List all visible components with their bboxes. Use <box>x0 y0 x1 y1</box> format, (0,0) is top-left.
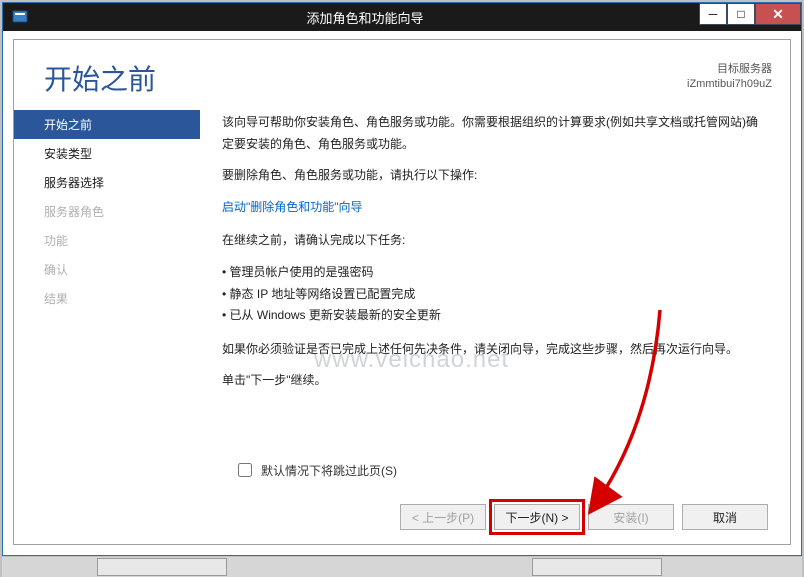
wizard-window: 添加角色和功能向导 ─ □ ✕ 开始之前 目标服务器 iZmmtibui7h09… <box>2 2 802 556</box>
target-server-name: iZmmtibui7h09uZ <box>687 77 772 92</box>
nav-features: 功能 <box>14 226 200 255</box>
titlebar: 添加角色和功能向导 ─ □ ✕ <box>3 3 801 31</box>
wizard-body: 开始之前 安装类型 服务器选择 服务器角色 功能 确认 结果 该向导可帮助你安装… <box>14 106 790 466</box>
intro-text: 该向导可帮助你安装角色、角色服务或功能。你需要根据组织的计算要求(例如共享文档或… <box>222 112 760 155</box>
install-button: 安装(I) <box>588 504 674 530</box>
target-server-info: 目标服务器 iZmmtibui7h09uZ <box>687 62 772 93</box>
wizard-footer: 默认情况下将跳过此页(S) < 上一步(P) 下一步(N) > 安装(I) 取消 <box>14 454 790 544</box>
nav-installation-type[interactable]: 安装类型 <box>14 139 200 168</box>
wizard-nav: 开始之前 安装类型 服务器选择 服务器角色 功能 确认 结果 <box>14 106 200 466</box>
taskbar-fragment <box>2 557 802 577</box>
app-icon <box>9 6 31 28</box>
maximize-button[interactable]: □ <box>727 3 755 25</box>
nav-confirmation: 确认 <box>14 255 200 284</box>
page-title: 开始之前 <box>44 58 156 98</box>
wizard-client: 开始之前 目标服务器 iZmmtibui7h09uZ 开始之前 安装类型 服务器… <box>13 39 791 545</box>
nav-server-selection[interactable]: 服务器选择 <box>14 168 200 197</box>
minimize-button[interactable]: ─ <box>699 3 727 25</box>
target-server-label: 目标服务器 <box>687 62 772 77</box>
tasks-intro: 在继续之前，请确认完成以下任务: <box>222 230 760 252</box>
list-item: 管理员帐户使用的是强密码 <box>222 262 760 284</box>
cancel-button[interactable]: 取消 <box>682 504 768 530</box>
previous-button: < 上一步(P) <box>400 504 486 530</box>
wizard-header: 开始之前 目标服务器 iZmmtibui7h09uZ <box>14 40 790 106</box>
prerequisite-list: 管理员帐户使用的是强密码 静态 IP 地址等网络设置已配置完成 已从 Windo… <box>222 262 760 327</box>
verify-note: 如果你必须验证是否已完成上述任何先决条件，请关闭向导，完成这些步骤，然后再次运行… <box>222 339 760 361</box>
next-button[interactable]: 下一步(N) > <box>494 504 580 530</box>
list-item: 已从 Windows 更新安装最新的安全更新 <box>222 305 760 327</box>
remove-prompt: 要删除角色、角色服务或功能，请执行以下操作: <box>222 165 760 187</box>
skip-checkbox-row[interactable]: 默认情况下将跳过此页(S) <box>234 460 772 480</box>
window-title: 添加角色和功能向导 <box>31 8 699 27</box>
skip-label: 默认情况下将跳过此页(S) <box>261 462 397 479</box>
skip-checkbox[interactable] <box>238 463 252 477</box>
nav-results: 结果 <box>14 284 200 313</box>
button-row: < 上一步(P) 下一步(N) > 安装(I) 取消 <box>234 504 772 530</box>
nav-before-you-begin[interactable]: 开始之前 <box>14 110 200 139</box>
window-controls: ─ □ ✕ <box>699 3 801 25</box>
remove-roles-link[interactable]: 启动"删除角色和功能"向导 <box>222 200 363 214</box>
list-item: 静态 IP 地址等网络设置已配置完成 <box>222 284 760 306</box>
close-button[interactable]: ✕ <box>755 3 801 25</box>
continue-note: 单击"下一步"继续。 <box>222 370 760 392</box>
wizard-content: 该向导可帮助你安装角色、角色服务或功能。你需要根据组织的计算要求(例如共享文档或… <box>200 106 790 466</box>
nav-server-roles: 服务器角色 <box>14 197 200 226</box>
